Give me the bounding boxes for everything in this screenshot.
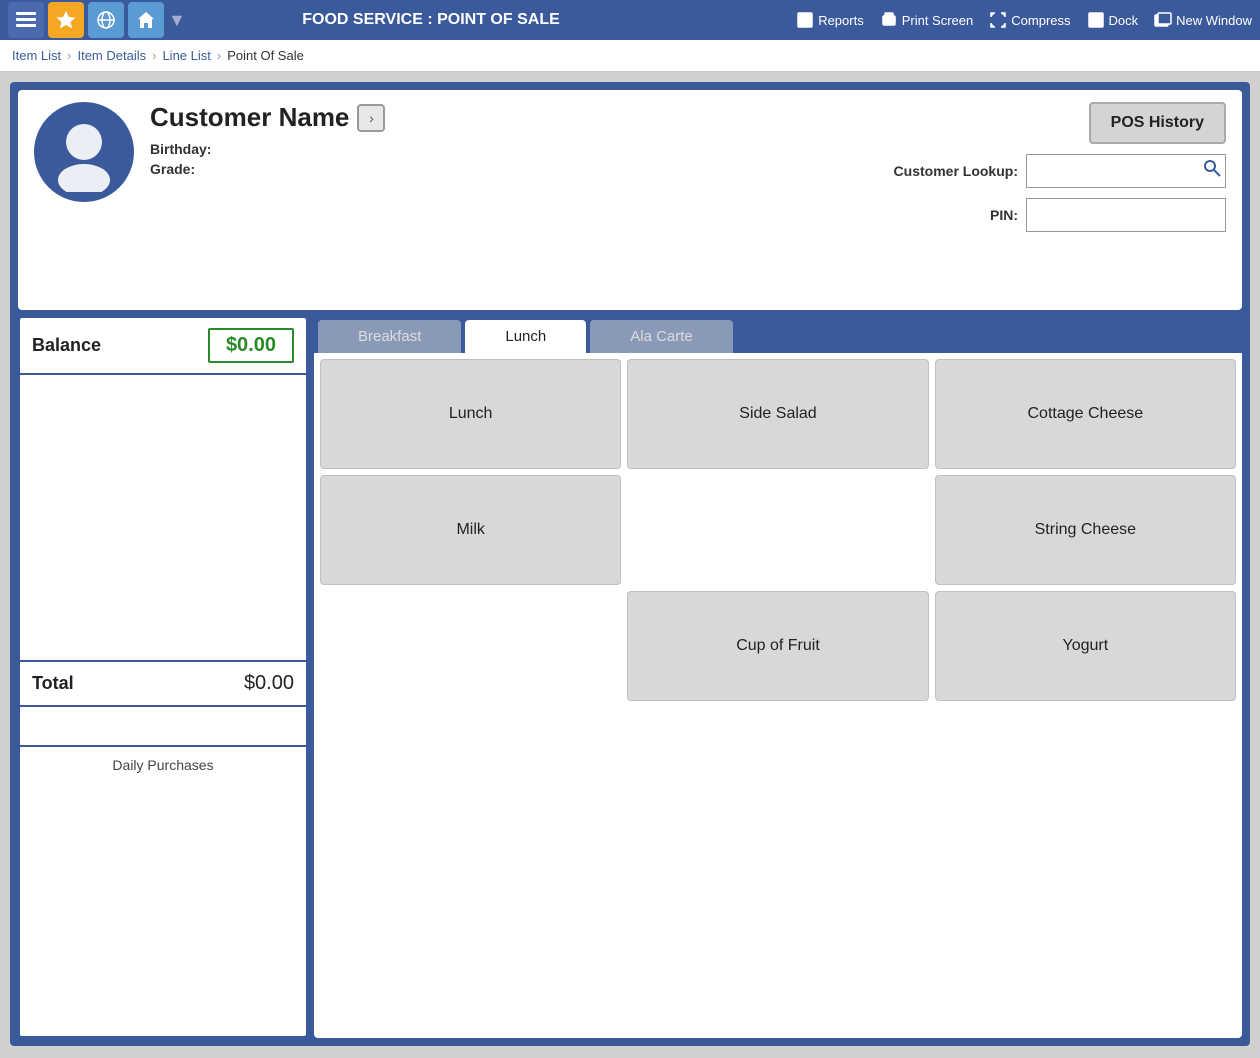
breadcrumb-item-list[interactable]: Item List <box>12 48 61 63</box>
main-content: Customer Name › Birthday: Grade: POS His… <box>0 72 1260 1056</box>
top-bar: ▼ FOOD SERVICE : POINT OF SALE Reports P… <box>0 0 1260 40</box>
pin-row: PIN: <box>990 198 1226 232</box>
breadcrumb-item-details[interactable]: Item Details <box>77 48 146 63</box>
breadcrumb-line-list[interactable]: Line List <box>162 48 210 63</box>
daily-purchases-label: Daily Purchases <box>20 747 306 1036</box>
bottom-section: Balance $0.00 Total $0.00 Daily Purchase… <box>18 316 1242 1038</box>
birthday-row: Birthday: <box>150 141 878 157</box>
balance-label: Balance <box>32 335 208 356</box>
balance-value: $0.00 <box>208 328 294 363</box>
new-window-action[interactable]: New Window <box>1154 11 1252 29</box>
print-screen-action[interactable]: Print Screen <box>880 11 974 29</box>
tabs-row: Breakfast Lunch Ala Carte <box>314 316 1242 353</box>
dock-label: Dock <box>1109 13 1139 28</box>
right-panel: Breakfast Lunch Ala Carte Lunch Side Sal… <box>314 316 1242 1038</box>
item-side-salad[interactable]: Side Salad <box>627 359 928 469</box>
lookup-row: Customer Lookup: <box>894 154 1226 188</box>
items-area: Lunch Side Salad Cottage Cheese Milk Str… <box>314 353 1242 1038</box>
customer-nav-arrow[interactable]: › <box>357 104 385 132</box>
search-button[interactable] <box>1202 158 1222 184</box>
customer-lookup-input[interactable] <box>1026 154 1226 188</box>
item-string-cheese[interactable]: String Cheese <box>935 475 1236 585</box>
pin-input[interactable] <box>1026 198 1226 232</box>
reports-label: Reports <box>818 13 864 28</box>
pos-history-button[interactable]: POS History <box>1089 102 1226 144</box>
items-grid: Lunch Side Salad Cottage Cheese Milk Str… <box>320 359 1236 701</box>
top-bar-actions: Reports Print Screen Compress <box>796 11 1252 29</box>
customer-info: Customer Name › Birthday: Grade: <box>150 102 878 181</box>
lookup-label: Customer Lookup: <box>894 163 1018 179</box>
tab-lunch[interactable]: Lunch <box>465 320 586 353</box>
grade-label: Grade: <box>150 161 195 177</box>
dock-action[interactable]: Dock <box>1087 11 1139 29</box>
left-panel: Balance $0.00 Total $0.00 Daily Purchase… <box>18 316 308 1038</box>
customer-right: POS History Customer Lookup: <box>894 102 1226 232</box>
tab-breakfast[interactable]: Breakfast <box>318 320 461 353</box>
breadcrumb: Item List › Item Details › Line List › P… <box>0 40 1260 72</box>
breadcrumb-point-of-sale: Point Of Sale <box>227 48 304 63</box>
balance-row: Balance $0.00 <box>20 318 306 375</box>
app-title: FOOD SERVICE : POINT OF SALE <box>70 11 792 29</box>
tab-ala-carte[interactable]: Ala Carte <box>590 320 733 353</box>
item-milk[interactable]: Milk <box>320 475 621 585</box>
item-lunch[interactable]: Lunch <box>320 359 621 469</box>
birthday-label: Birthday: <box>150 141 211 157</box>
action-area <box>20 707 306 747</box>
cart-area <box>20 375 306 660</box>
grade-row: Grade: <box>150 161 878 177</box>
customer-name: Customer Name <box>150 102 349 133</box>
total-label: Total <box>32 673 244 694</box>
customer-name-row: Customer Name › <box>150 102 878 133</box>
item-cup-of-fruit[interactable]: Cup of Fruit <box>627 591 928 701</box>
reports-action[interactable]: Reports <box>796 11 864 29</box>
menu-icon[interactable] <box>8 2 44 38</box>
lookup-input-wrapper <box>1026 154 1226 188</box>
customer-panel: Customer Name › Birthday: Grade: POS His… <box>18 90 1242 310</box>
item-yogurt[interactable]: Yogurt <box>935 591 1236 701</box>
pin-label: PIN: <box>990 207 1018 223</box>
avatar <box>34 102 134 202</box>
compress-action[interactable]: Compress <box>989 11 1070 29</box>
outer-panel: Customer Name › Birthday: Grade: POS His… <box>10 82 1250 1046</box>
total-row: Total $0.00 <box>20 660 306 707</box>
print-screen-label: Print Screen <box>902 13 974 28</box>
item-cottage-cheese[interactable]: Cottage Cheese <box>935 359 1236 469</box>
compress-label: Compress <box>1011 13 1070 28</box>
new-window-label: New Window <box>1176 13 1252 28</box>
total-value: $0.00 <box>244 672 294 695</box>
